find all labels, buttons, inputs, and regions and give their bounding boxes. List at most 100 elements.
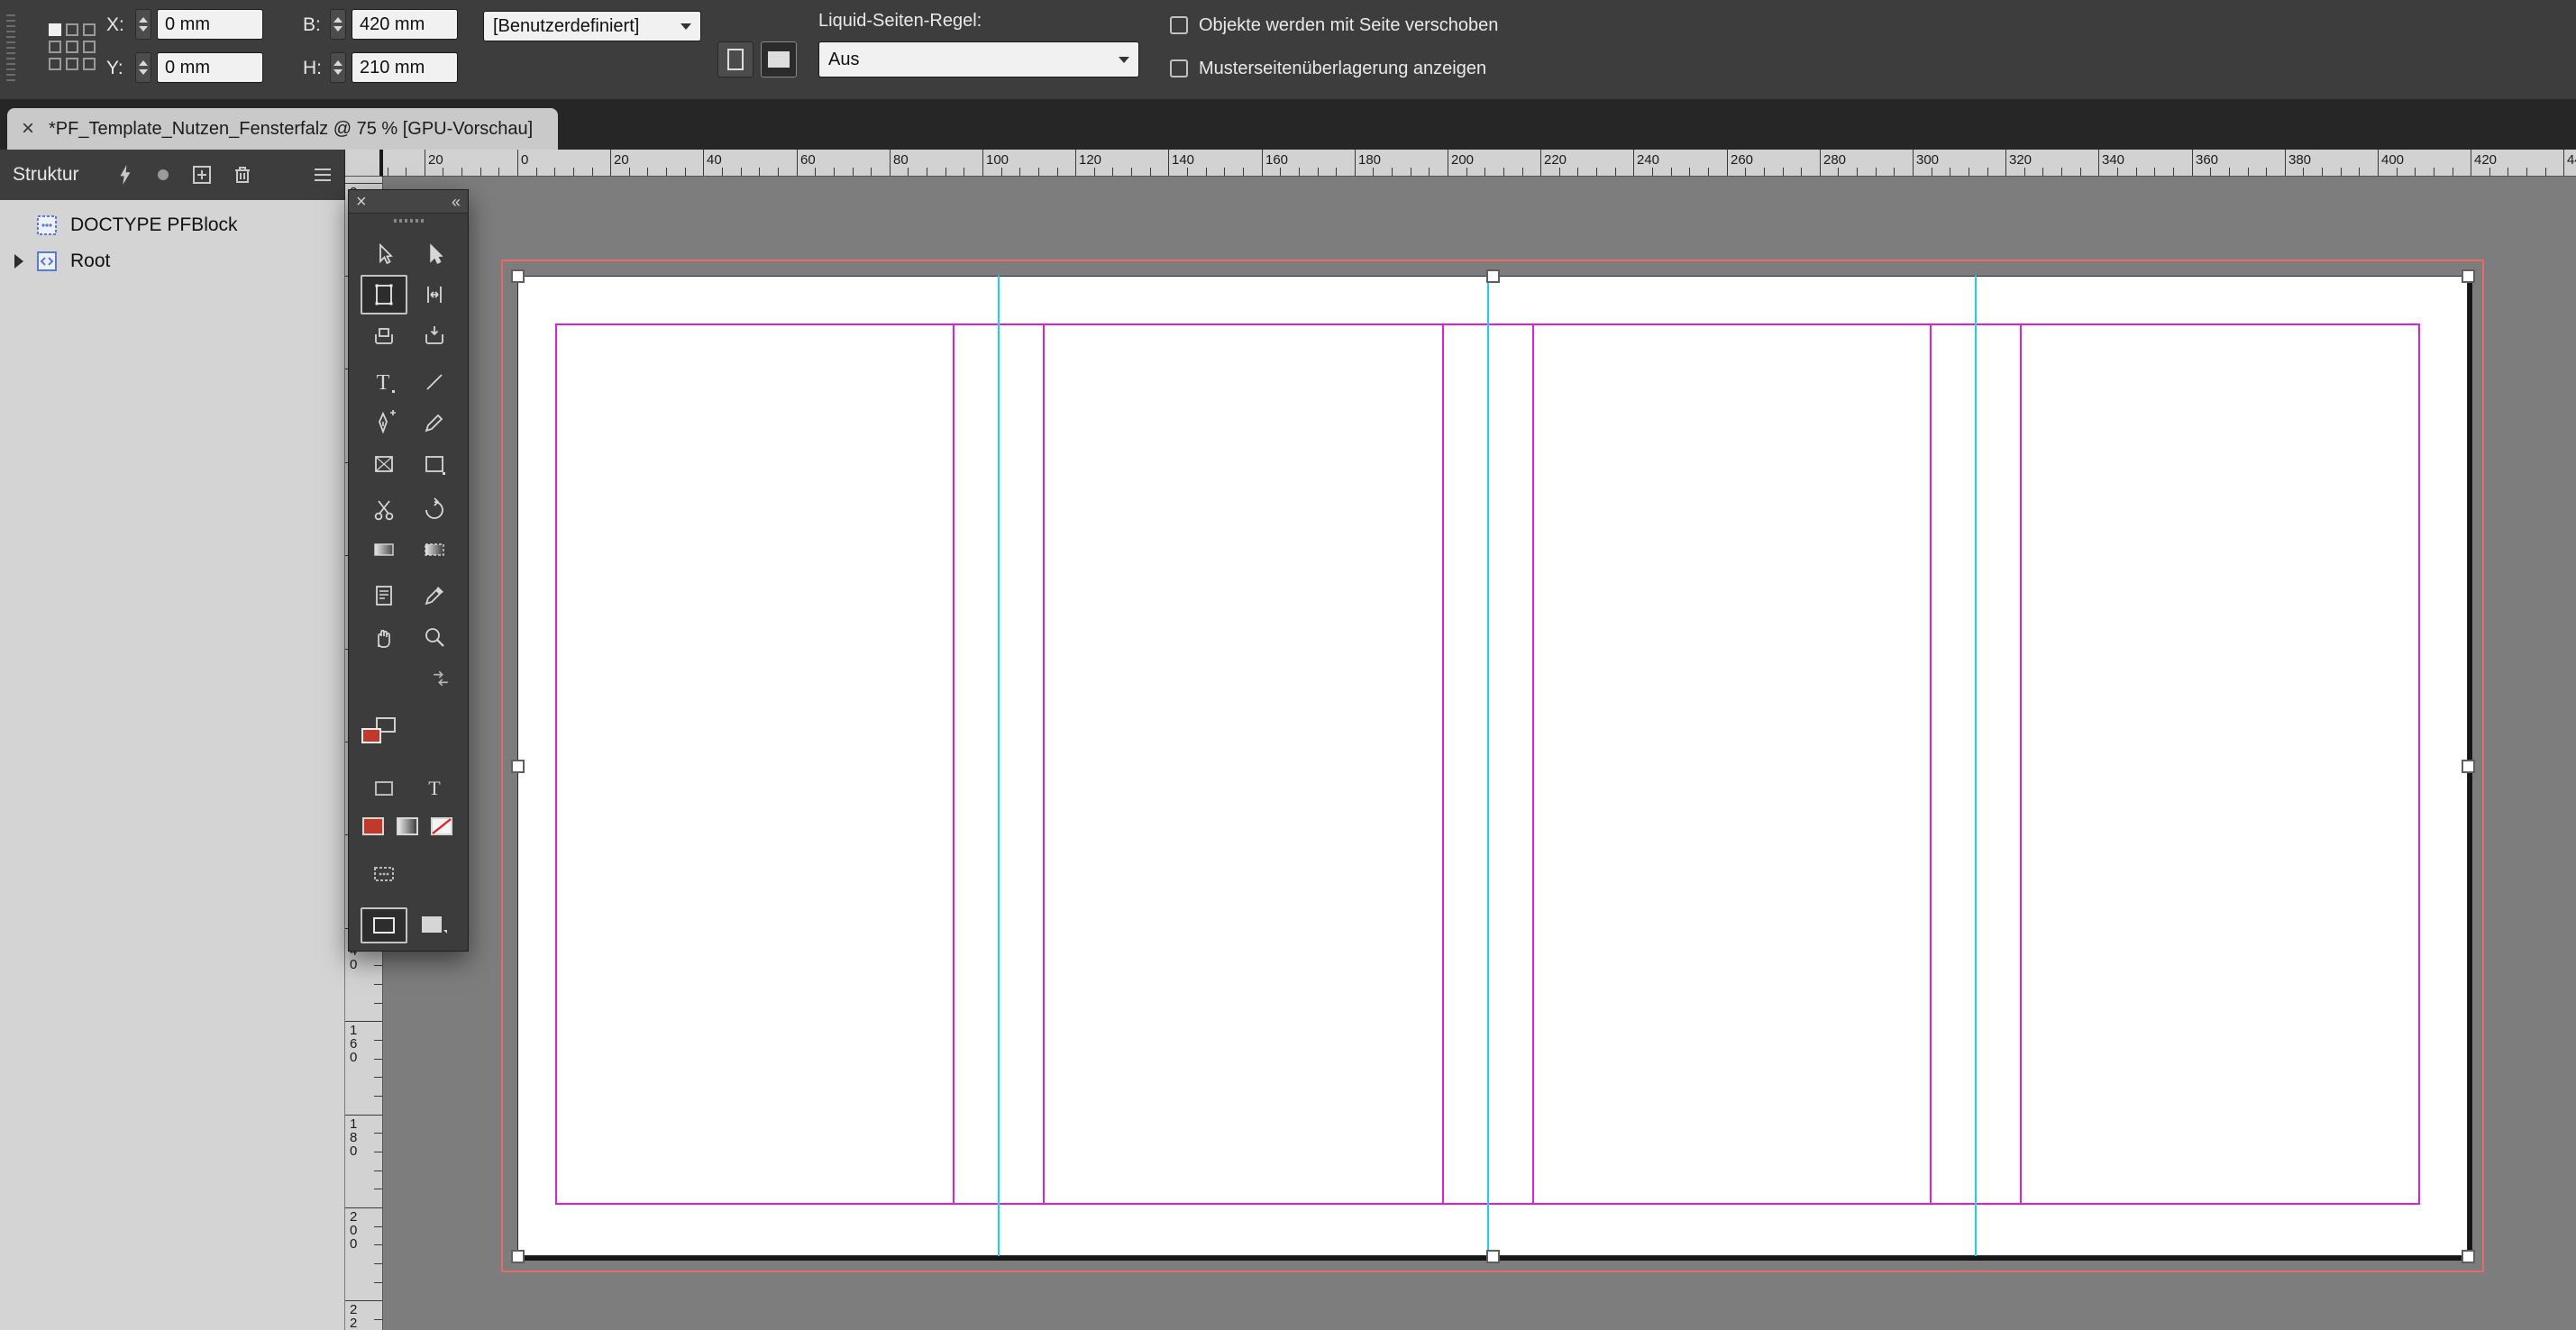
orientation-landscape-button[interactable] [761,41,797,77]
fill-color-swatch[interactable] [361,728,381,743]
tab-close-icon[interactable]: × [22,118,34,140]
view-options-button[interactable] [361,859,407,889]
page-handle-top-left[interactable] [511,269,525,283]
proxy-point[interactable] [66,41,78,53]
proxy-point[interactable] [83,58,96,70]
ruler-tick [2563,150,2564,176]
checkbox-move-objects[interactable]: Objekte werden mit Seite verschoben [1170,11,1498,40]
height-stepper[interactable] [330,52,346,83]
fold-guide[interactable] [998,276,1000,1256]
liquid-rule-value: Aus [828,50,859,70]
content-collector-tool-button[interactable] [361,316,407,356]
proxy-point[interactable] [66,58,78,70]
disclosure-triangle-icon[interactable] [14,254,23,269]
formatting-affects-container-button[interactable] [361,774,407,803]
trash-icon[interactable] [234,166,251,184]
proxy-point[interactable] [66,23,78,36]
proxy-point[interactable] [49,41,61,53]
gradient-feather-icon [421,536,448,563]
page-handle-bottom-right[interactable] [2462,1250,2475,1263]
document-tab[interactable]: × *PF_Template_Nutzen_Fensterfalz @ 75 %… [7,108,558,150]
tools-panel-header[interactable]: × « [349,190,468,214]
panel-collapse-icon[interactable]: « [452,191,461,213]
y-input[interactable] [158,53,262,82]
ruler-tick [374,984,382,985]
tree-item-doctype[interactable]: DOCTYPE PFBlock [0,207,344,243]
width-input[interactable] [352,10,457,39]
ruler-tick [1615,168,1616,176]
proxy-point[interactable] [49,23,61,36]
pencil-tool-button[interactable] [411,403,458,442]
ruler-tick [1373,168,1374,176]
x-stepper[interactable] [135,9,151,40]
page-handle-top-right[interactable] [2462,269,2475,283]
gradient-feather-tool-button[interactable] [411,530,458,569]
tree-item-root[interactable]: Root [0,243,344,279]
status-dot-icon[interactable] [157,169,169,181]
ruler-label: 320 [2009,152,2032,168]
panel-grip-handle[interactable] [6,14,15,85]
zoom-tool-button[interactable] [411,618,458,658]
hand-tool-button[interactable] [361,618,407,658]
horizontal-ruler[interactable]: 4020020406080100120140160180200220240260… [383,150,2576,177]
checkbox-box[interactable] [1170,16,1188,34]
ruler-origin-corner[interactable] [345,150,383,177]
liquid-rule-dropdown[interactable]: Aus [818,41,1139,77]
ruler-tick [1559,168,1560,176]
checkbox-box[interactable] [1170,59,1188,77]
checkbox-master-overlay[interactable]: Musterseitenüberlagerung anzeigen [1170,54,1486,83]
scissors-tool-button[interactable] [361,490,407,530]
free-transform-tool-button[interactable] [411,490,458,530]
fold-guide[interactable] [1487,276,1489,1256]
ruler-label: 20 [428,152,443,168]
add-element-icon[interactable] [193,166,211,184]
line-tool-button[interactable] [411,362,458,402]
apply-gradient-button[interactable] [394,814,421,839]
rectangle-tool-button[interactable] [411,444,458,484]
validate-structure-icon[interactable] [117,165,133,185]
proxy-point[interactable] [83,41,96,53]
page-handle-bottom-center[interactable] [1486,1250,1500,1263]
page-handle-bottom-left[interactable] [511,1250,525,1263]
apply-color-button[interactable] [360,814,387,839]
direct-selection-tool-button[interactable] [361,235,407,275]
orientation-portrait-button[interactable] [717,41,754,77]
swap-fill-stroke-button[interactable] [425,666,457,691]
pen-tool-button[interactable] [361,403,407,442]
gradient-tool-button[interactable] [361,530,407,569]
ruler-tick [1708,168,1709,176]
column-guide [953,323,955,1205]
eyedropper-tool-button[interactable] [411,576,458,615]
liquid-rule-label: Liquid-Seiten-Regel: [818,11,982,32]
content-placer-tool-button[interactable] [411,316,458,356]
formatting-affects-text-button[interactable]: T [411,774,458,803]
type-tool-button[interactable]: T [361,362,407,402]
page-handle-top-center[interactable] [1486,269,1500,283]
reference-point-proxy[interactable] [49,23,99,74]
fill-stroke-swatches[interactable] [361,717,403,755]
page-handle-middle-right[interactable] [2462,760,2475,773]
panel-drag-grip[interactable] [394,219,425,223]
proxy-point[interactable] [83,23,96,36]
proxy-point[interactable] [49,58,61,70]
ruler-tick [345,1021,382,1022]
note-tool-button[interactable] [361,576,407,615]
preview-mode-button[interactable] [411,907,458,943]
frame-tool-button[interactable] [361,444,407,484]
height-input[interactable] [352,53,457,82]
fold-guide[interactable] [1975,276,1977,1256]
apply-none-button[interactable] [428,814,455,839]
gap-tool-button[interactable] [411,275,458,314]
page-size-preset-dropdown[interactable]: [Benutzerdefiniert] [483,11,701,41]
pasteboard[interactable] [383,177,2576,1330]
panel-menu-icon[interactable] [314,168,332,182]
width-stepper[interactable] [330,9,346,40]
selection-tool-button[interactable] [411,235,458,275]
normal-mode-button[interactable] [361,907,407,943]
panel-close-icon[interactable]: × [356,191,367,213]
x-input[interactable] [158,10,262,39]
formatting-affects-container-icon [374,780,394,797]
y-stepper[interactable] [135,52,151,83]
page-tool-button[interactable] [361,275,407,314]
page-handle-middle-left[interactable] [511,760,525,773]
